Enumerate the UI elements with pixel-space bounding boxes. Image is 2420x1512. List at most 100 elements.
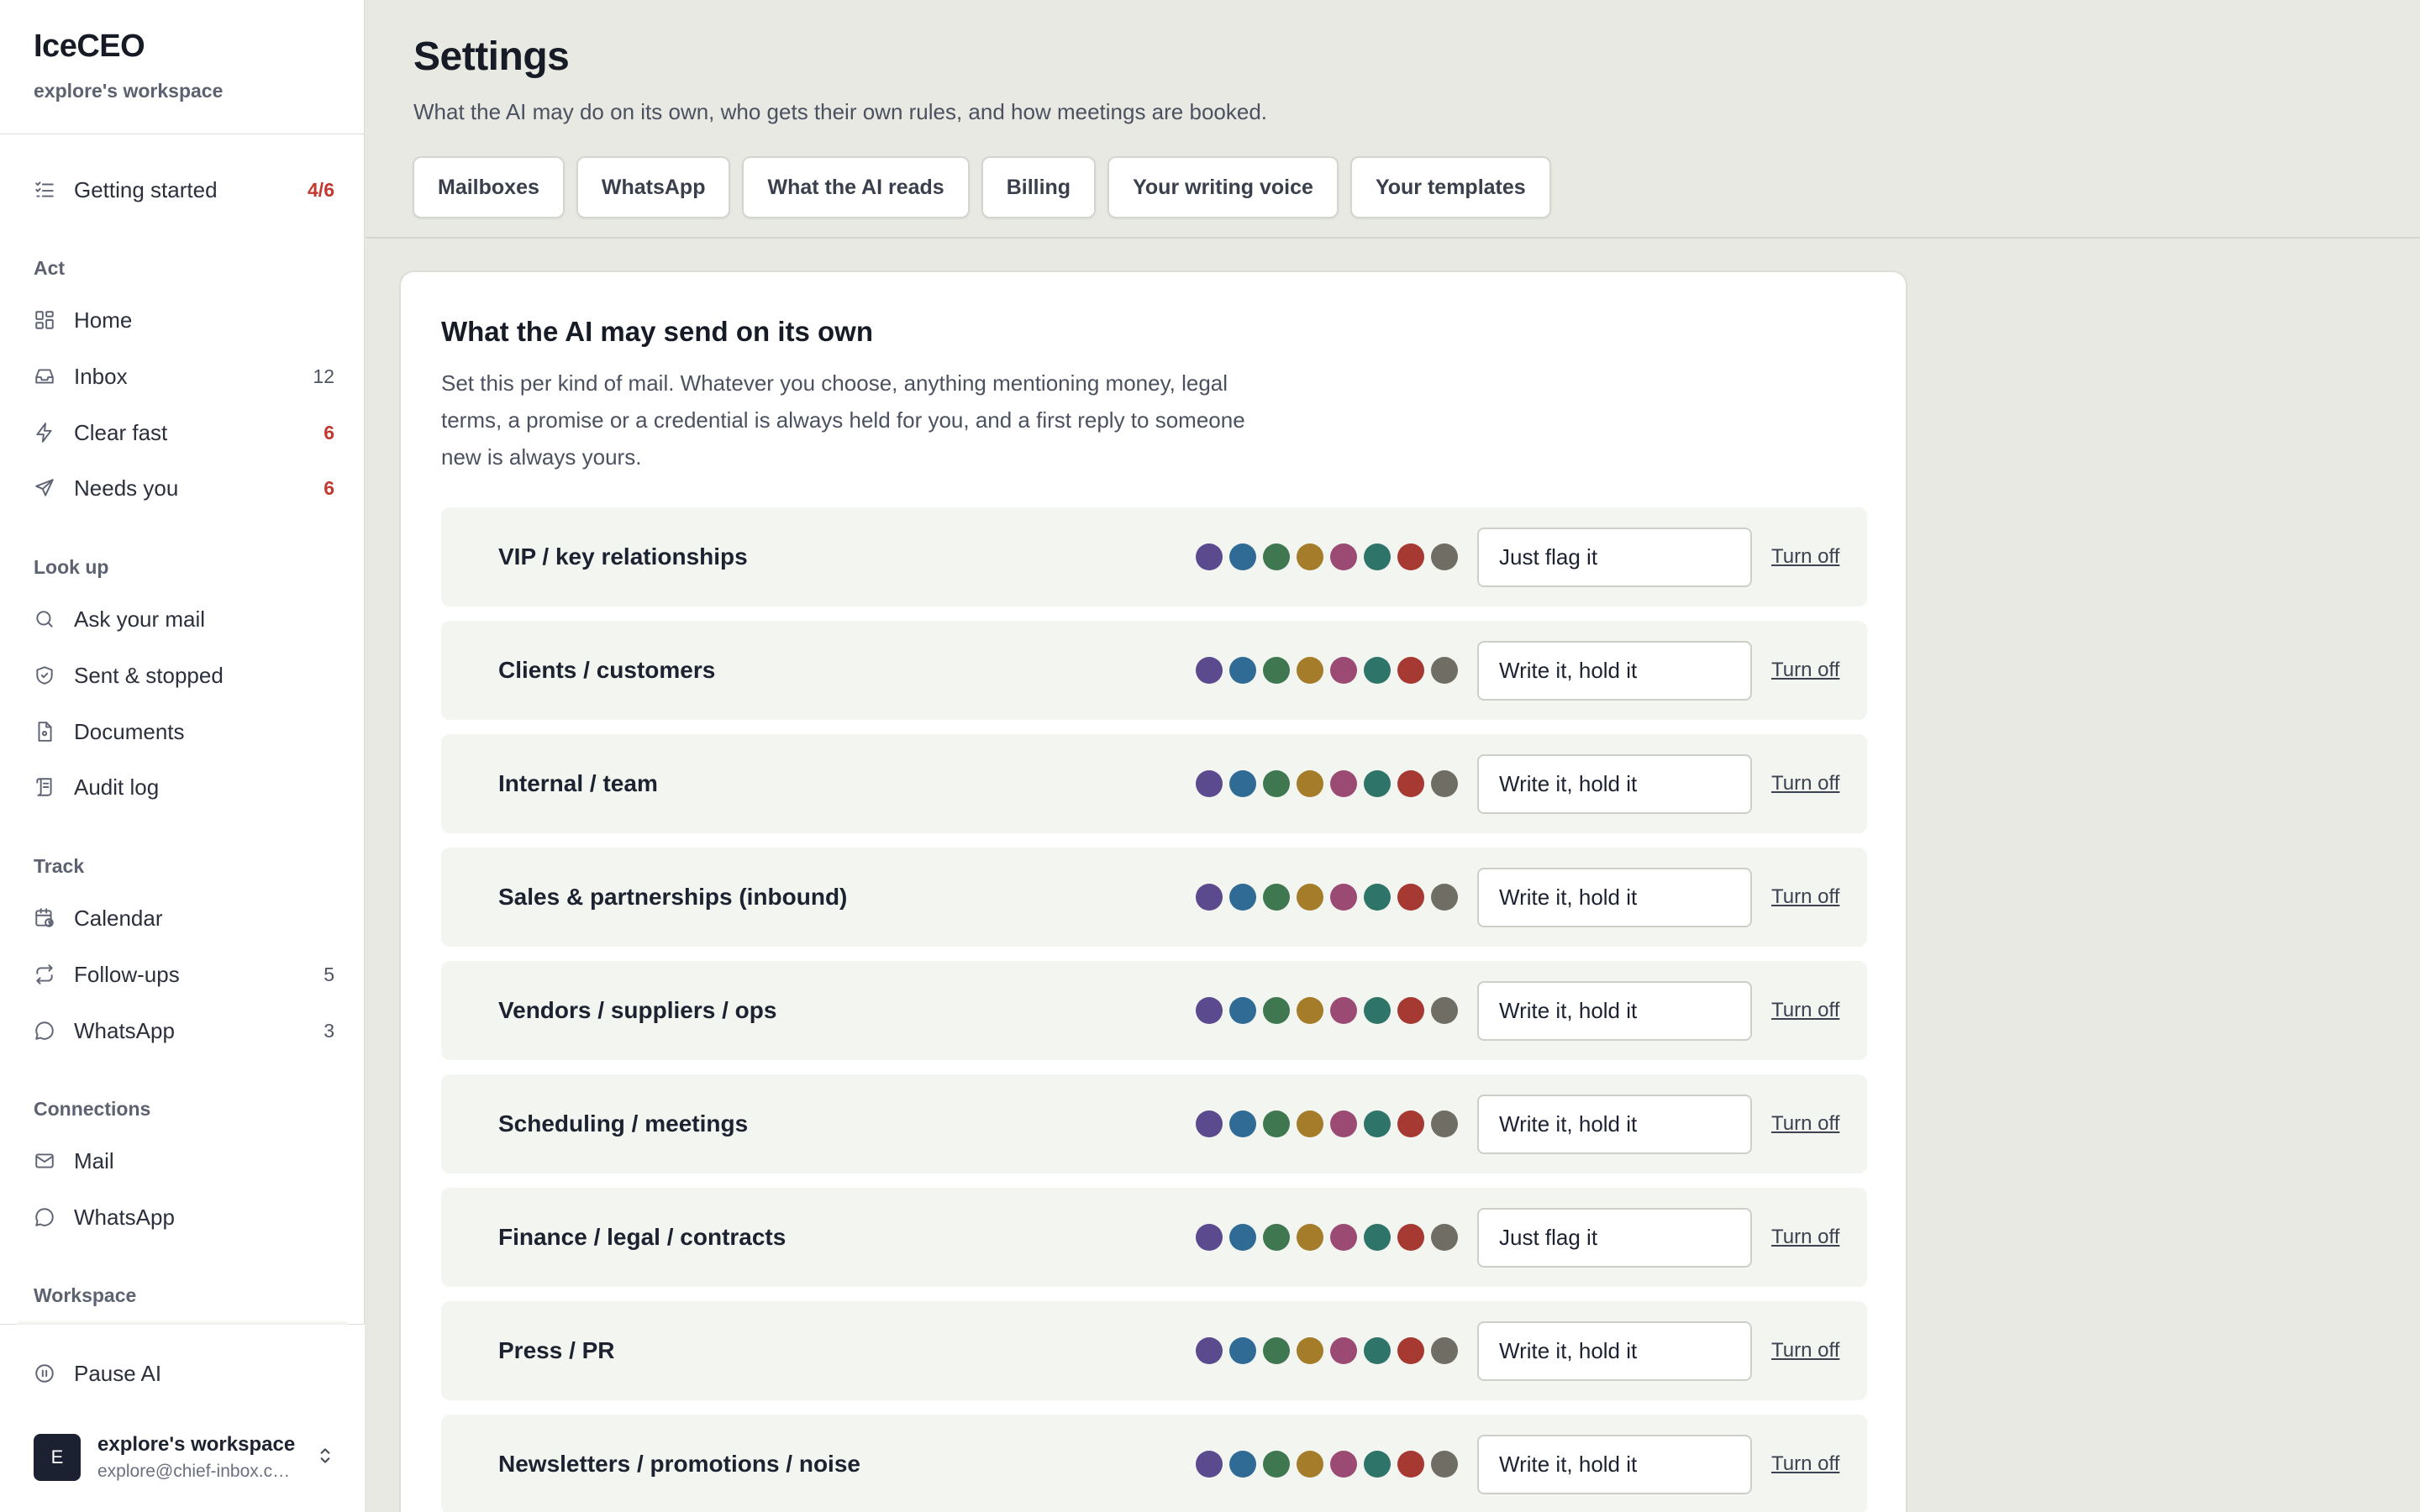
sidebar-item-whatsapp[interactable]: WhatsApp 3 xyxy=(0,1007,365,1054)
turn-off-link[interactable]: Turn off xyxy=(1771,545,1839,569)
color-swatch[interactable] xyxy=(1196,1451,1223,1478)
color-swatch[interactable] xyxy=(1431,884,1458,911)
sidebar-item-sent-stopped[interactable]: Sent & stopped xyxy=(0,652,365,699)
tab-templates[interactable]: Your templates xyxy=(1349,156,1551,218)
tab-billing[interactable]: Billing xyxy=(981,156,1097,218)
autonomy-mode-select[interactable]: Just flag it xyxy=(1477,527,1752,587)
color-swatch[interactable] xyxy=(1330,884,1357,911)
turn-off-link[interactable]: Turn off xyxy=(1771,659,1839,682)
color-swatch[interactable] xyxy=(1364,1224,1391,1251)
sidebar-item-inbox[interactable]: Inbox 12 xyxy=(0,353,365,400)
autonomy-mode-select[interactable]: Just flag it xyxy=(1477,1207,1752,1268)
sidebar-item-ask-your-mail[interactable]: Ask your mail xyxy=(0,596,365,643)
color-swatch[interactable] xyxy=(1431,657,1458,684)
autonomy-mode-select[interactable]: Write it, hold it xyxy=(1477,1094,1752,1154)
color-swatch[interactable] xyxy=(1263,884,1290,911)
sidebar-item-getting-started[interactable]: Getting started 4/6 xyxy=(0,166,365,213)
autonomy-mode-select[interactable]: Write it, hold it xyxy=(1477,1320,1752,1381)
color-swatch[interactable] xyxy=(1229,543,1256,570)
autonomy-mode-select[interactable]: Write it, hold it xyxy=(1477,640,1752,701)
color-swatch[interactable] xyxy=(1229,657,1256,684)
color-swatch[interactable] xyxy=(1364,770,1391,797)
color-swatch[interactable] xyxy=(1364,1110,1391,1137)
color-swatch[interactable] xyxy=(1297,543,1323,570)
turn-off-link[interactable]: Turn off xyxy=(1771,1339,1839,1362)
color-swatch[interactable] xyxy=(1229,884,1256,911)
account-switcher[interactable]: E explore's workspace explore@chief-inbo… xyxy=(34,1424,336,1491)
color-swatch[interactable] xyxy=(1397,1337,1424,1364)
color-swatch[interactable] xyxy=(1196,1224,1223,1251)
color-swatch[interactable] xyxy=(1330,1337,1357,1364)
color-swatch[interactable] xyxy=(1330,1110,1357,1137)
color-swatch[interactable] xyxy=(1364,1337,1391,1364)
color-swatch[interactable] xyxy=(1297,1110,1323,1137)
color-swatch[interactable] xyxy=(1263,657,1290,684)
turn-off-link[interactable]: Turn off xyxy=(1771,999,1839,1022)
color-swatch[interactable] xyxy=(1397,543,1424,570)
color-swatch[interactable] xyxy=(1397,997,1424,1024)
color-swatch[interactable] xyxy=(1263,1451,1290,1478)
color-swatch[interactable] xyxy=(1196,884,1223,911)
autonomy-mode-select[interactable]: Write it, hold it xyxy=(1477,980,1752,1041)
color-swatch[interactable] xyxy=(1397,770,1424,797)
color-swatch[interactable] xyxy=(1297,1337,1323,1364)
color-swatch[interactable] xyxy=(1196,997,1223,1024)
sidebar-item-calendar[interactable]: Calendar xyxy=(0,895,365,942)
color-swatch[interactable] xyxy=(1263,770,1290,797)
color-swatch[interactable] xyxy=(1297,657,1323,684)
color-swatch[interactable] xyxy=(1431,1451,1458,1478)
color-swatch[interactable] xyxy=(1229,1110,1256,1137)
color-swatch[interactable] xyxy=(1431,543,1458,570)
color-swatch[interactable] xyxy=(1330,657,1357,684)
sidebar-item-clear-fast[interactable]: Clear fast 6 xyxy=(0,409,365,456)
color-swatch[interactable] xyxy=(1397,1451,1424,1478)
color-swatch[interactable] xyxy=(1431,1337,1458,1364)
color-swatch[interactable] xyxy=(1196,657,1223,684)
autonomy-mode-select[interactable]: Write it, hold it xyxy=(1477,1434,1752,1494)
color-swatch[interactable] xyxy=(1297,884,1323,911)
color-swatch[interactable] xyxy=(1196,1110,1223,1137)
color-swatch[interactable] xyxy=(1364,997,1391,1024)
color-swatch[interactable] xyxy=(1364,884,1391,911)
color-swatch[interactable] xyxy=(1297,770,1323,797)
color-swatch[interactable] xyxy=(1263,1337,1290,1364)
sidebar-item-audit-log[interactable]: Audit log xyxy=(0,764,365,811)
color-swatch[interactable] xyxy=(1431,997,1458,1024)
turn-off-link[interactable]: Turn off xyxy=(1771,885,1839,909)
color-swatch[interactable] xyxy=(1431,1224,1458,1251)
tab-mailboxes[interactable]: Mailboxes xyxy=(413,156,565,218)
color-swatch[interactable] xyxy=(1229,1451,1256,1478)
tab-what-the-ai-reads[interactable]: What the AI reads xyxy=(742,156,970,218)
turn-off-link[interactable]: Turn off xyxy=(1771,1226,1839,1249)
color-swatch[interactable] xyxy=(1196,543,1223,570)
autonomy-mode-select[interactable]: Write it, hold it xyxy=(1477,753,1752,814)
color-swatch[interactable] xyxy=(1397,884,1424,911)
turn-off-link[interactable]: Turn off xyxy=(1771,772,1839,795)
color-swatch[interactable] xyxy=(1397,657,1424,684)
color-swatch[interactable] xyxy=(1431,770,1458,797)
turn-off-link[interactable]: Turn off xyxy=(1771,1452,1839,1476)
color-swatch[interactable] xyxy=(1297,1224,1323,1251)
color-swatch[interactable] xyxy=(1364,543,1391,570)
turn-off-link[interactable]: Turn off xyxy=(1771,1112,1839,1136)
sidebar-item-needs-you[interactable]: Needs you 6 xyxy=(0,465,365,512)
color-swatch[interactable] xyxy=(1297,1451,1323,1478)
color-swatch[interactable] xyxy=(1330,997,1357,1024)
sidebar-item-mail[interactable]: Mail xyxy=(0,1137,365,1184)
sidebar-item-whatsapp-connection[interactable]: WhatsApp xyxy=(0,1194,365,1241)
color-swatch[interactable] xyxy=(1196,1337,1223,1364)
color-swatch[interactable] xyxy=(1297,997,1323,1024)
color-swatch[interactable] xyxy=(1229,1224,1256,1251)
color-swatch[interactable] xyxy=(1397,1224,1424,1251)
color-swatch[interactable] xyxy=(1229,770,1256,797)
sidebar-item-follow-ups[interactable]: Follow-ups 5 xyxy=(0,951,365,998)
color-swatch[interactable] xyxy=(1397,1110,1424,1137)
color-swatch[interactable] xyxy=(1263,1224,1290,1251)
color-swatch[interactable] xyxy=(1229,997,1256,1024)
tab-writing-voice[interactable]: Your writing voice xyxy=(1107,156,1339,218)
color-swatch[interactable] xyxy=(1330,543,1357,570)
color-swatch[interactable] xyxy=(1431,1110,1458,1137)
color-swatch[interactable] xyxy=(1196,770,1223,797)
color-swatch[interactable] xyxy=(1229,1337,1256,1364)
color-swatch[interactable] xyxy=(1330,1451,1357,1478)
